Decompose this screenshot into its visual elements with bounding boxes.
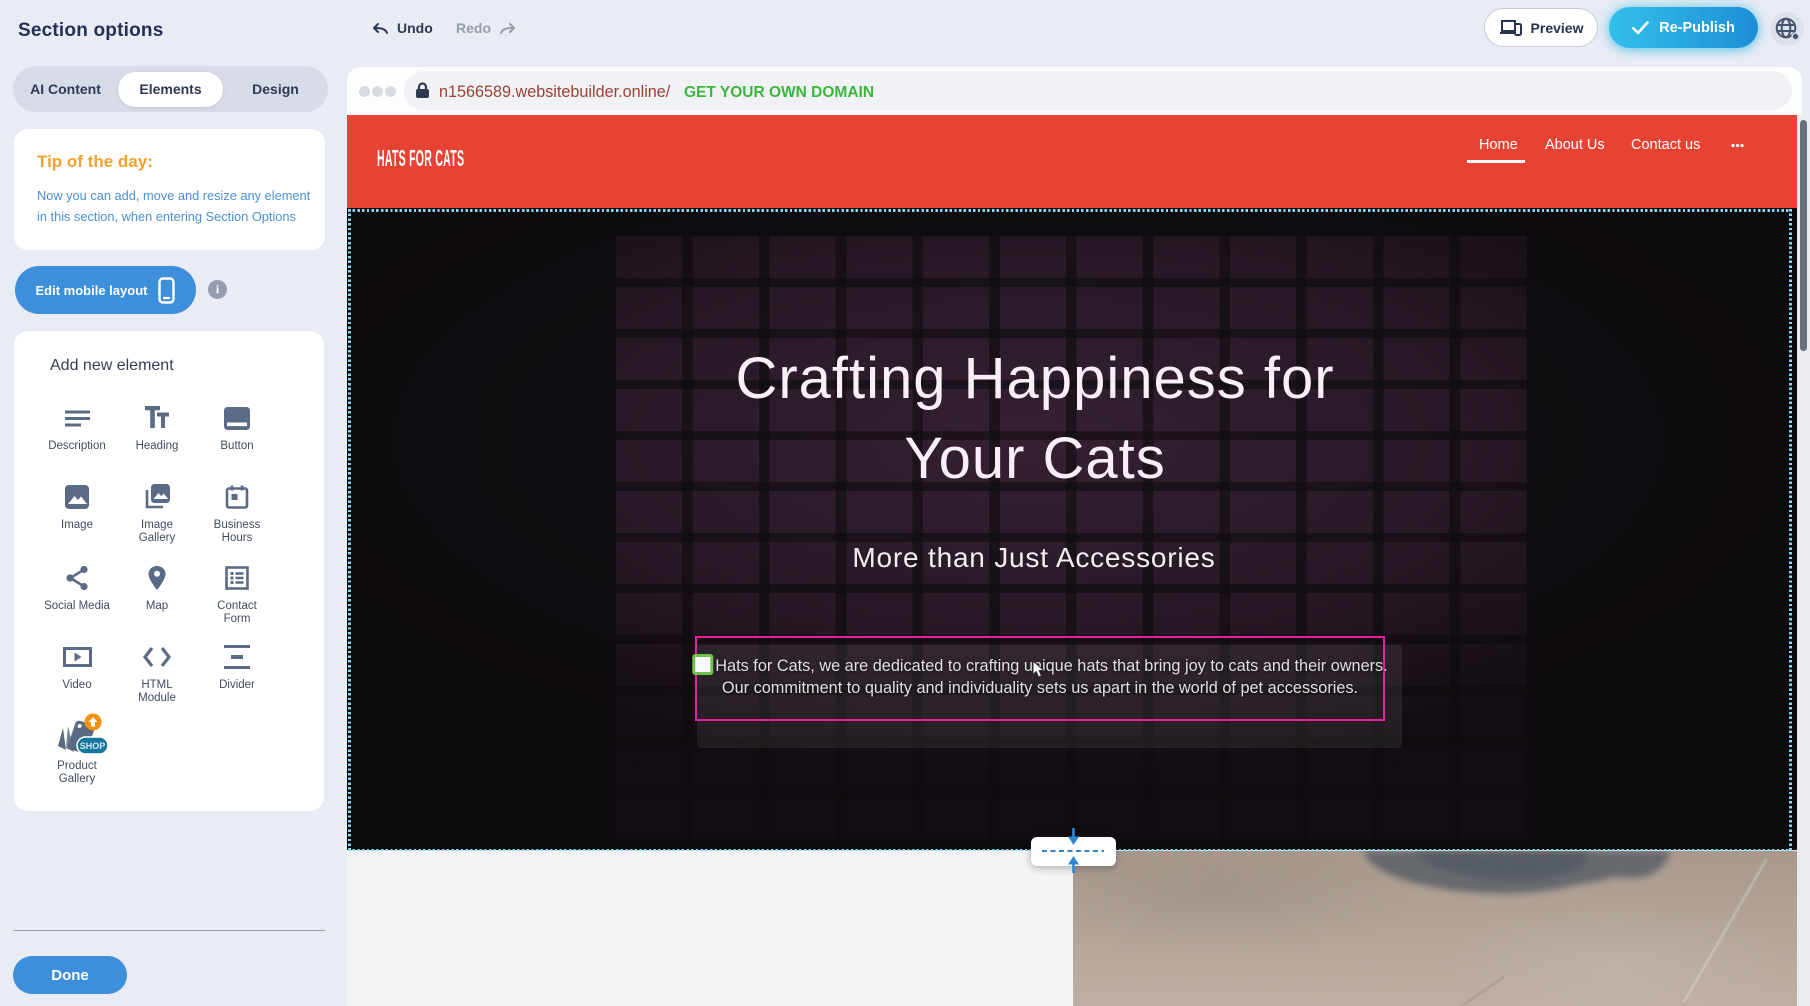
svg-text:SHOP: SHOP bbox=[80, 741, 106, 751]
